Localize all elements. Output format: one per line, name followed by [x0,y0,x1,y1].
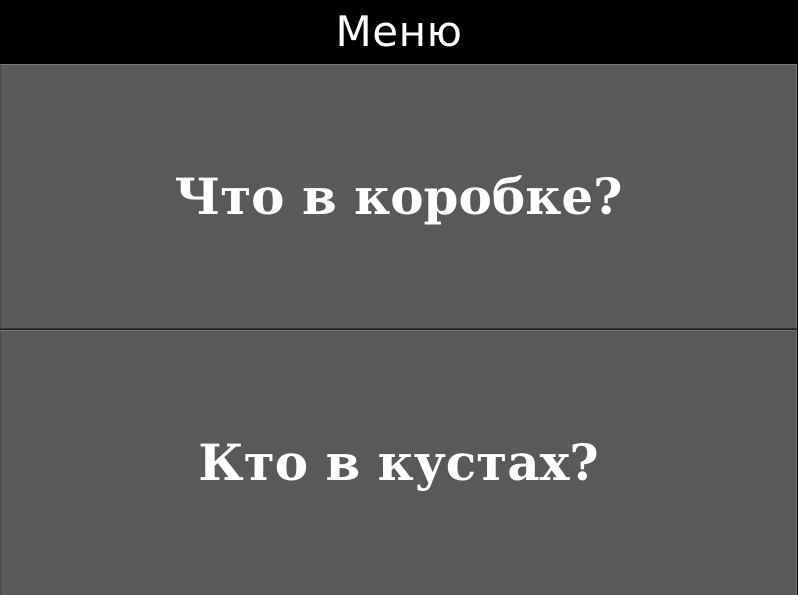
page-title: Меню [335,6,463,56]
title-bar: Меню [0,0,798,63]
menu-button-bushes-label: Кто в кустах? [198,433,599,492]
menu-button-bushes[interactable]: Кто в кустах? [0,330,797,595]
menu-button-box[interactable]: Что в коробке? [0,64,797,329]
menu-button-box-label: Что в коробке? [174,166,623,226]
menu-screen: Меню Что в коробке? Кто в кустах? [0,0,798,595]
